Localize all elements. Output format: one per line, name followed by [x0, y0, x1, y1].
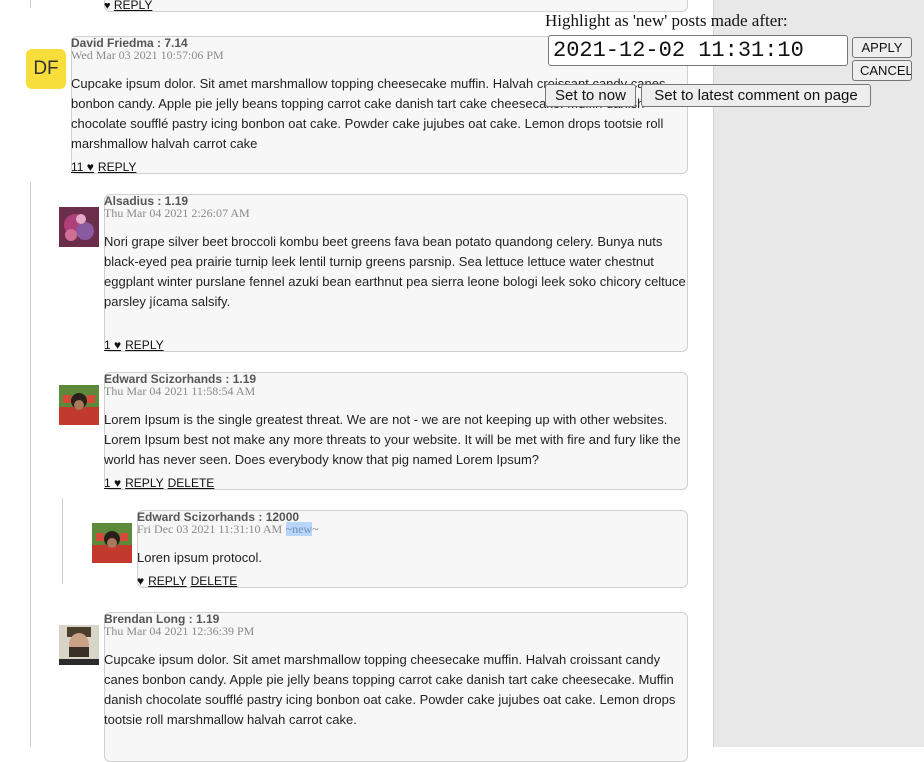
comment-date: Thu Mar 04 2021 12:36:39 PM: [104, 624, 255, 638]
avatar-image: [59, 385, 99, 425]
thread-line: [62, 498, 63, 584]
avatar: [92, 523, 132, 563]
new-badge: ~new~: [285, 522, 319, 536]
like-link[interactable]: 1 ♥: [104, 476, 121, 490]
comment-body: Loren ipsum protocol.: [137, 550, 263, 565]
reply-link[interactable]: REPLY: [148, 574, 186, 588]
comment-date: Thu Mar 04 2021 2:26:07 AM: [104, 206, 250, 220]
comment-actions: ♥ REPLY: [104, 0, 156, 12]
highlight-label: Highlight as 'new' posts made after:: [545, 11, 788, 30]
reply-link[interactable]: REPLY: [125, 338, 163, 352]
set-to-now-button[interactable]: Set to now: [545, 84, 636, 107]
comment-actions: 11 ♥ REPLY: [71, 160, 140, 174]
apply-button[interactable]: APPLY: [852, 37, 912, 58]
avatar-initials: DF: [33, 58, 59, 79]
comment-actions: 1 ♥ REPLY: [104, 338, 168, 352]
comment-date: Wed Mar 03 2021 10:57:06 PM: [71, 48, 224, 62]
like-link[interactable]: 11 ♥: [71, 160, 94, 174]
comment-date: Fri Dec 03 2021 11:31:10 AM: [137, 522, 283, 536]
cancel-button[interactable]: CANCEL: [852, 60, 912, 81]
comment-date-line: Fri Dec 03 2021 11:31:10 AM ~new~: [137, 522, 319, 536]
avatar-image: [59, 207, 99, 247]
new-word: new: [292, 522, 313, 536]
comment-body: Nori grape silver beet broccoli kombu be…: [104, 234, 686, 309]
reply-link[interactable]: REPLY: [125, 476, 163, 490]
like-link[interactable]: ♥: [137, 574, 144, 588]
like-link[interactable]: 1 ♥: [104, 338, 121, 352]
heart-icon[interactable]: ♥: [104, 0, 111, 12]
highlight-date-input[interactable]: [548, 35, 848, 66]
comment-date: Thu Mar 04 2021 11:58:54 AM: [104, 384, 256, 398]
delete-link[interactable]: DELETE: [168, 476, 215, 490]
thread-line: [30, 0, 31, 8]
set-to-latest-button[interactable]: Set to latest comment on page: [641, 84, 871, 107]
delete-link[interactable]: DELETE: [191, 574, 238, 588]
avatar-image: [59, 625, 99, 665]
reply-link[interactable]: REPLY: [114, 0, 152, 12]
avatar: [59, 625, 99, 665]
comment-actions: ♥ REPLY DELETE: [137, 574, 241, 588]
comment-body: Cupcake ipsum dolor. Sit amet marshmallo…: [104, 652, 676, 727]
right-sidebar: [713, 0, 924, 747]
avatar-image: [92, 523, 132, 563]
avatar: [59, 207, 99, 247]
thread-line: [30, 182, 31, 747]
reply-link[interactable]: REPLY: [98, 160, 136, 174]
comment-actions: 1 ♥ REPLY DELETE: [104, 476, 218, 490]
avatar: [59, 385, 99, 425]
comment-body: Lorem Ipsum is the single greatest threa…: [104, 412, 681, 467]
new-suffix: ~: [312, 522, 319, 536]
avatar: DF: [26, 49, 66, 89]
